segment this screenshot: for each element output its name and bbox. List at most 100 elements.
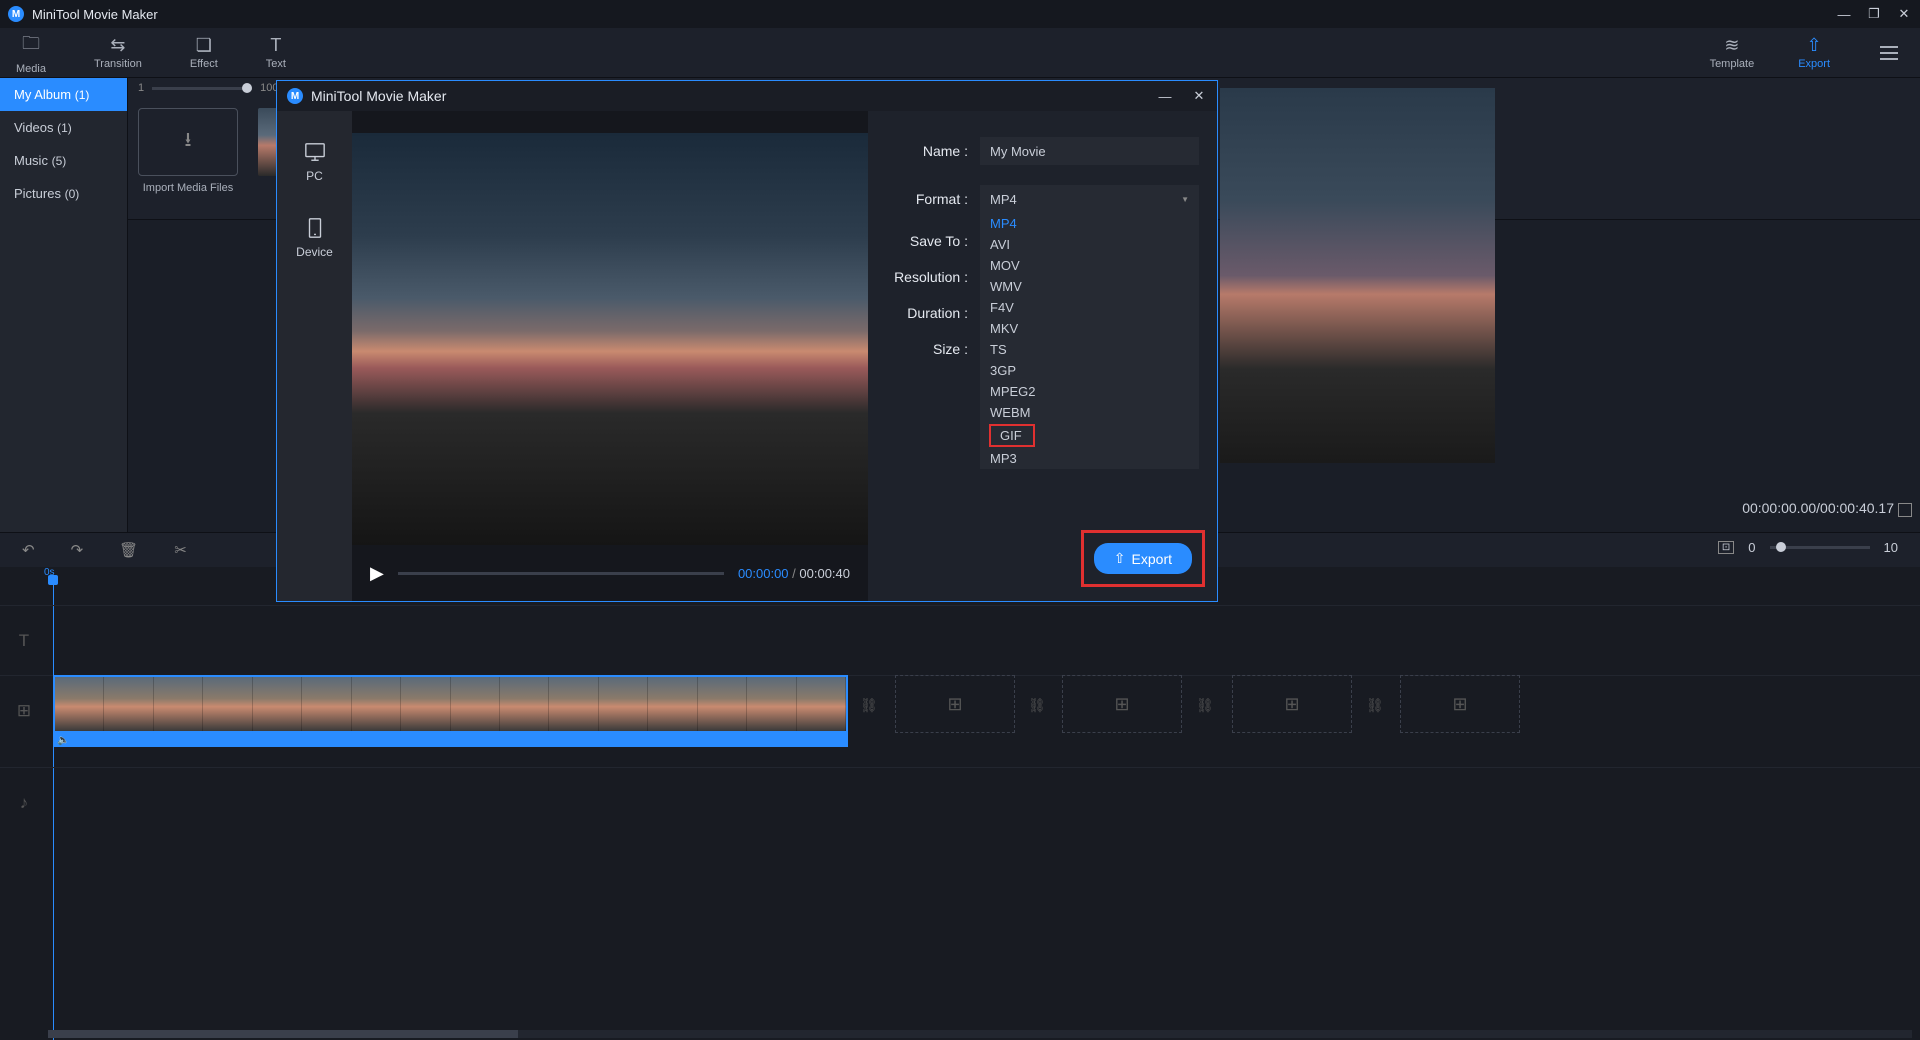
sidebar-item-my-album[interactable]: My Album (1) [0,78,127,111]
tablet-icon [302,217,328,239]
tab-pc[interactable]: PC [302,141,328,183]
template-icon: ≋ [1724,35,1739,56]
audio-track[interactable]: ♪ [0,767,1920,837]
maximize-icon[interactable]: ❐ [1866,6,1882,22]
preview-timecode: 00:00:00.00/00:00:40.17 [1742,500,1894,516]
format-select[interactable]: MP4 ▼ [980,185,1199,213]
resolution-label: Resolution : [882,269,968,285]
delete-button[interactable]: 🗑 [119,541,138,559]
format-option-ts[interactable]: TS [980,339,1199,360]
text-button[interactable]: T Text [266,31,286,75]
timeline-scrollbar[interactable] [48,1030,1912,1038]
format-option-3gp[interactable]: 3GP [980,360,1199,381]
undo-button[interactable]: ↶ [22,541,35,559]
format-option-avi[interactable]: AVI [980,234,1199,255]
close-icon[interactable]: ✕ [1896,6,1912,22]
play-progress[interactable] [398,572,724,575]
format-option-mp3[interactable]: MP3 [980,448,1199,469]
fit-icon[interactable]: ⊡ [1718,541,1734,554]
import-label: Import Media Files [138,182,238,194]
zoom-out-label: 0 [1748,540,1755,555]
template-button[interactable]: ≋ Template [1710,35,1755,70]
export-highlight: ⇧ Export [1081,530,1205,587]
media-button[interactable]: 🗀 Media [16,31,46,75]
timeline: 0s T ⊞ ♪ ⛓ ⊞ ⛓ ⊞ ⛓ ⊞ ⛓ ⊞ [0,567,1920,1040]
video-track-icon: ⊞ [0,701,48,721]
export-button[interactable]: ⇧ Export [1798,35,1830,70]
sidebar-item-music[interactable]: Music (5) [0,144,127,177]
link-icon[interactable]: ⛓ [1196,697,1214,714]
empty-clip-slot[interactable]: ⊞ [1232,675,1352,733]
effect-label: Effect [190,58,218,70]
empty-clip-slot[interactable]: ⊞ [1062,675,1182,733]
transition-button[interactable]: ⇆ Transition [94,31,142,75]
export-icon: ⇧ [1807,35,1822,56]
format-option-gif[interactable]: GIF [990,425,1034,446]
window-titlebar: M MiniTool Movie Maker — ❐ ✕ [0,0,1920,28]
transition-label: Transition [94,58,142,70]
text-label: Text [266,58,286,70]
dialog-close-icon[interactable]: ✕ [1191,88,1207,104]
zoom-min: 1 [138,82,144,94]
menu-button[interactable] [1874,40,1904,66]
play-button[interactable]: ▶ [370,563,384,584]
format-option-wmv[interactable]: WMV [980,276,1199,297]
export-target-tabs: PC Device [277,111,352,601]
format-option-mkv[interactable]: MKV [980,318,1199,339]
format-option-mov[interactable]: MOV [980,255,1199,276]
size-label: Size : [882,341,968,357]
empty-clip-slot[interactable]: ⊞ [895,675,1015,733]
cut-button[interactable]: ✂ [174,541,187,559]
text-track-icon: T [0,631,48,651]
chevron-down-icon: ▼ [1181,195,1189,204]
minimize-icon[interactable]: — [1836,6,1852,22]
name-input[interactable] [980,137,1199,165]
format-option-mpeg2[interactable]: MPEG2 [980,381,1199,402]
sidebar-item-label: Music [14,153,48,168]
fullscreen-icon[interactable] [1898,503,1912,517]
export-preview: ▶ 00:00:00 / 00:00:40 [352,111,868,601]
preview-background [1220,88,1495,463]
template-label: Template [1710,58,1755,70]
app-logo-icon: M [287,88,303,104]
effect-button[interactable]: ❏ Effect [190,31,218,75]
transition-icon: ⇆ [110,35,125,56]
sidebar-item-count: (5) [52,154,67,168]
sidebar-item-videos[interactable]: Videos (1) [0,111,127,144]
monitor-icon [302,141,328,163]
zoom-in-label: 10 [1884,540,1898,555]
link-icon[interactable]: ⛓ [860,697,878,714]
sidebar-item-pictures[interactable]: Pictures (0) [0,177,127,210]
format-option-webm[interactable]: WEBM [980,402,1199,423]
link-icon[interactable]: ⛓ [1366,697,1384,714]
audio-waveform[interactable] [53,733,848,747]
export-confirm-button[interactable]: ⇧ Export [1094,543,1192,574]
tab-device[interactable]: Device [296,217,333,259]
saveto-label: Save To : [882,233,968,249]
format-dropdown: MP4 AVI MOV WMV F4V MKV TS 3GP MPEG2 WEB… [980,213,1199,469]
export-label: Export [1798,58,1830,70]
export-button-label: Export [1132,551,1172,567]
redo-button[interactable]: ↷ [71,541,84,559]
format-option-mp4[interactable]: MP4 [980,213,1199,234]
format-option-f4v[interactable]: F4V [980,297,1199,318]
effect-icon: ❏ [196,35,212,56]
folder-icon: 🗀 [22,31,40,61]
app-logo-icon: M [8,6,24,22]
dialog-minimize-icon[interactable]: — [1157,88,1173,104]
text-track[interactable]: T [0,605,1920,675]
link-icon[interactable]: ⛓ [1028,697,1046,714]
video-clip[interactable] [53,675,848,733]
empty-clip-slot[interactable]: ⊞ [1400,675,1520,733]
tab-pc-label: PC [306,169,323,183]
preview-frame [352,133,868,545]
format-label: Format : [882,191,968,207]
media-zoom-slider[interactable] [152,87,252,90]
main-toolbar: 🗀 Media ⇆ Transition ❏ Effect T Text ≋ T… [0,28,1920,78]
sidebar-item-label: Videos [14,120,54,135]
upload-icon: ⇧ [1114,550,1126,567]
sidebar-item-label: My Album [14,87,71,102]
timeline-zoom-slider[interactable] [1770,546,1870,549]
name-label: Name : [882,143,968,159]
import-media-button[interactable]: ⭳ [138,108,238,176]
